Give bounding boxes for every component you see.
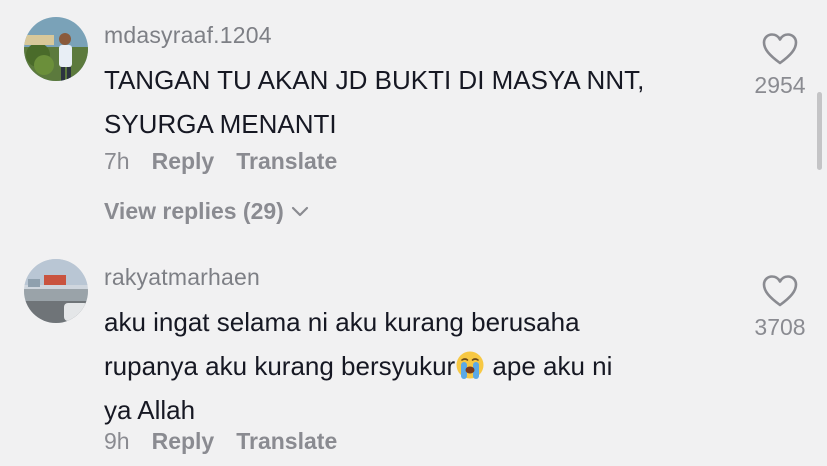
like-count: 2954 bbox=[754, 72, 806, 98]
username[interactable]: mdasyraaf.1204 bbox=[104, 22, 272, 49]
username[interactable]: rakyatmarhaen bbox=[104, 264, 260, 291]
heart-outline-icon bbox=[745, 32, 815, 66]
heart-outline-icon bbox=[745, 274, 815, 308]
loudly-crying-face-icon bbox=[455, 349, 485, 379]
comment-text-line: SYURGA MENANTI bbox=[104, 109, 337, 139]
avatar[interactable] bbox=[24, 17, 88, 81]
comment-text-segment: rupanya aku kurang bersyukur bbox=[104, 351, 456, 381]
translate-button[interactable]: Translate bbox=[236, 148, 337, 175]
avatar[interactable] bbox=[24, 259, 88, 323]
comment-text: aku ingat selama ni aku kurang berusaha … bbox=[104, 300, 724, 432]
comment-meta: 7h Reply Translate bbox=[104, 148, 337, 175]
comment-item: rakyatmarhaen aku ingat selama ni aku ku… bbox=[0, 240, 827, 466]
comment-text-line: aku ingat selama ni aku kurang berusaha bbox=[104, 307, 580, 337]
comment-meta: 9h Reply Translate bbox=[104, 428, 337, 455]
timestamp: 7h bbox=[104, 148, 130, 174]
timestamp: 9h bbox=[104, 428, 130, 454]
comment-text-segment: ape aku ni bbox=[485, 351, 613, 381]
comment-text-line: ya Allah bbox=[104, 395, 196, 425]
scrollbar[interactable] bbox=[817, 92, 822, 170]
like-button[interactable]: 2954 bbox=[745, 32, 815, 99]
comment-item: mdasyraaf.1204 TANGAN TU AKAN JD BUKTI D… bbox=[0, 0, 827, 240]
like-count: 3708 bbox=[754, 314, 806, 340]
comment-text-line: TANGAN TU AKAN JD BUKTI DI MASYA NNT, bbox=[104, 65, 645, 95]
chevron-down-icon bbox=[290, 198, 310, 225]
comment-text-line: rupanya aku kurang bersyukur ape aku ni bbox=[104, 344, 724, 388]
view-replies-button[interactable]: View replies (29) bbox=[104, 198, 310, 225]
like-button[interactable]: 3708 bbox=[745, 274, 815, 341]
translate-button[interactable]: Translate bbox=[236, 428, 337, 455]
comment-text: TANGAN TU AKAN JD BUKTI DI MASYA NNT, SY… bbox=[104, 58, 724, 146]
view-replies-label: View replies (29) bbox=[104, 198, 284, 224]
reply-button[interactable]: Reply bbox=[152, 148, 215, 175]
reply-button[interactable]: Reply bbox=[152, 428, 215, 455]
